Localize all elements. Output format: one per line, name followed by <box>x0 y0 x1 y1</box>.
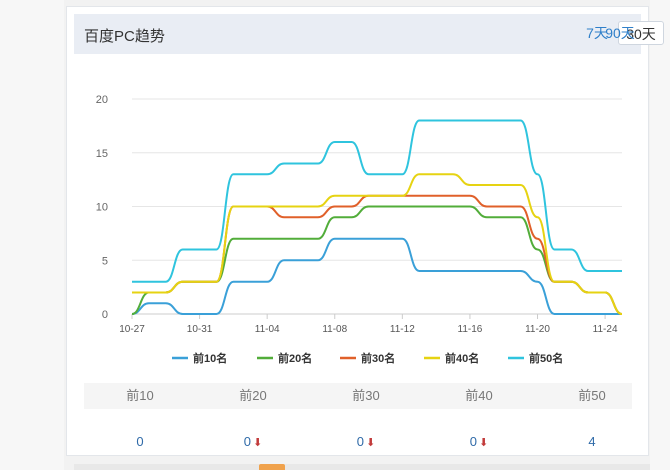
next-panel-badge <box>259 464 285 470</box>
panel-header: 百度PC趋势 7天 30天 90天 <box>74 14 664 54</box>
stat-col-top40: 前40 <box>424 383 534 409</box>
stat-col-top30: 前30 <box>311 383 421 409</box>
next-panel-edge <box>74 464 650 470</box>
stat-label: 前40 <box>465 388 493 403</box>
stat-label: 前30 <box>352 388 380 403</box>
range-tab-90-days[interactable]: 90天 <box>600 21 640 45</box>
baidu-pc-trend-panel: 百度PC趋势 7天 30天 90天 0 5 10 15 20 10-27 10-31 11-0… <box>66 6 664 456</box>
stat-value: 0 <box>243 434 251 449</box>
stat-label: 前50 <box>578 388 606 403</box>
panel-title: 百度PC趋势 <box>84 28 165 45</box>
trend-chart: 0 5 10 15 20 10-27 10-31 11-04 11-08 11-12 11-16 11… <box>67 62 650 382</box>
stat-col-top20: 前20 <box>198 383 308 409</box>
y-tick-label: 0 <box>102 309 108 321</box>
y-tick-label: 20 <box>96 94 108 106</box>
legend-label: 前40名 <box>445 351 479 365</box>
legend-label: 前50名 <box>529 351 563 365</box>
x-tick-label: 11-24 <box>593 324 618 335</box>
x-tick-label: 11-16 <box>458 324 483 335</box>
y-tick-label: 5 <box>102 255 108 267</box>
page-top-strip <box>0 0 670 3</box>
series-line <box>132 194 623 315</box>
y-tick-label: 15 <box>96 148 108 160</box>
series-line <box>132 173 623 315</box>
stat-value: 0 <box>356 434 364 449</box>
stat-value: 4 <box>588 434 596 449</box>
y-tick-label: 10 <box>96 202 108 214</box>
left-gutter <box>0 0 64 470</box>
stat-value-top20: 0 ⬇ <box>198 433 308 451</box>
stat-value-top30: 0 ⬇ <box>311 433 421 451</box>
stat-label: 前20 <box>239 388 267 403</box>
trend-down-icon: ⬇ <box>253 437 263 449</box>
stat-col-top10: 前10 <box>85 383 195 409</box>
x-tick-label: 11-20 <box>525 324 550 335</box>
stat-value-top50: 4 <box>537 433 647 451</box>
trend-chart-svg: 0 5 10 15 20 10-27 10-31 11-04 11-08 11-12 11-16 11… <box>96 94 623 365</box>
x-tick-label: 11-08 <box>322 324 347 335</box>
stat-value-top10: 0 <box>85 433 195 451</box>
x-tick-label: 10-31 <box>187 324 213 335</box>
legend-label: 前30名 <box>361 351 395 365</box>
rank-stats-table: 前10 前20 前30 前40 前50 0 0 ⬇ 0 ⬇ 0 ⬇ 4 <box>84 383 632 453</box>
trend-down-icon: ⬇ <box>479 437 489 449</box>
series-line <box>132 119 622 283</box>
x-tick-label: 11-12 <box>390 324 415 335</box>
x-tick-label: 10-27 <box>119 324 145 335</box>
x-tick-label: 11-04 <box>255 324 280 335</box>
trend-down-icon: ⬇ <box>366 437 376 449</box>
stat-col-top50: 前50 <box>537 383 647 409</box>
stat-label: 前10 <box>126 388 154 403</box>
stat-value: 0 <box>469 434 477 449</box>
right-gutter <box>650 0 670 470</box>
stat-value: 0 <box>136 434 144 449</box>
legend-label: 前20名 <box>278 351 312 365</box>
legend-label: 前10名 <box>193 351 227 365</box>
stat-value-top40: 0 ⬇ <box>424 433 534 451</box>
